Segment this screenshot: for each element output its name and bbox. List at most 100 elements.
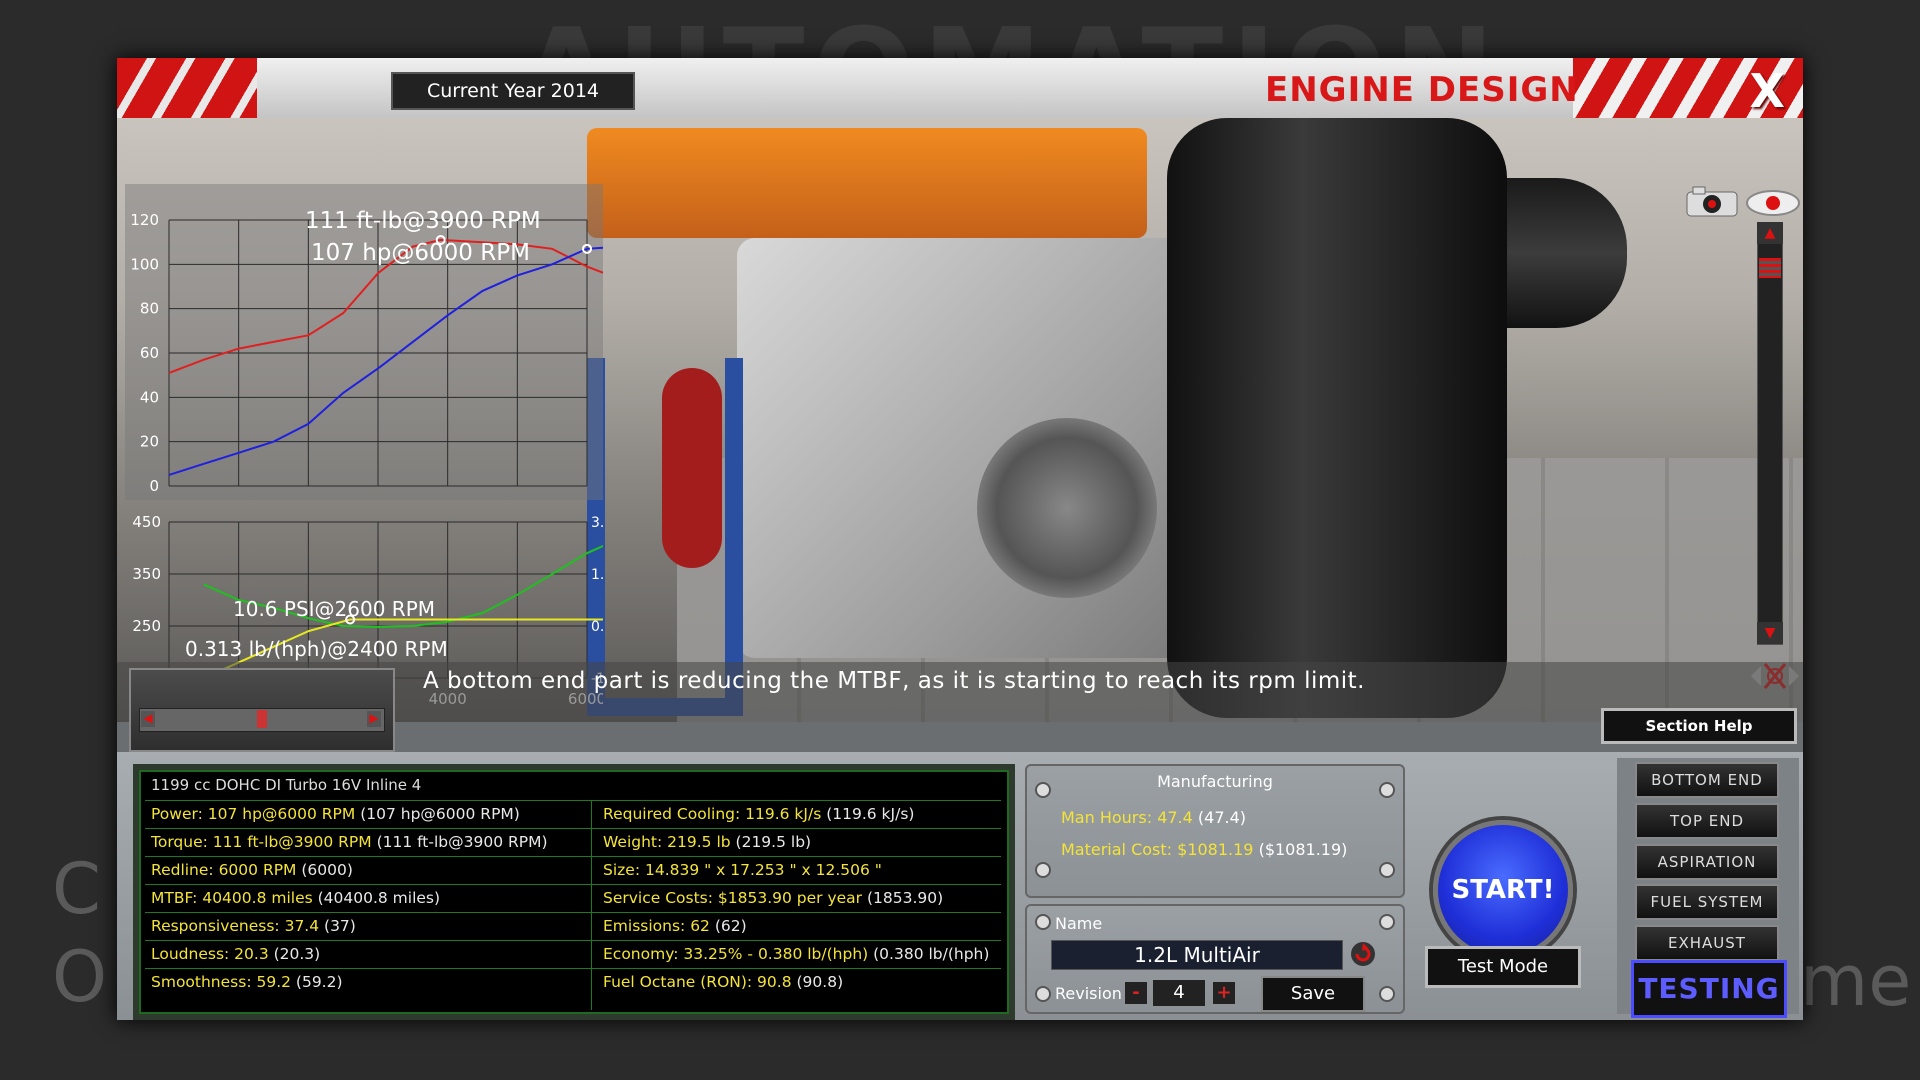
stat-label: Emissions: 62	[603, 917, 710, 935]
screw-icon	[1379, 986, 1395, 1002]
page-title: ENGINE DESIGN	[1265, 70, 1579, 110]
name-label: Name	[1055, 914, 1103, 933]
current-year: Current Year 2014	[391, 72, 635, 110]
power-peak-annotation: 107 hp@6000 RPM	[311, 240, 530, 266]
stat-row: MTBF: 40400.8 miles (40400.8 miles)	[151, 884, 440, 912]
bottom-panel: 1199 cc DOHC DI Turbo 16V Inline 4 Power…	[117, 752, 1803, 1020]
engine-flange	[662, 368, 722, 568]
y-tick-label: 20	[140, 433, 159, 451]
eye-icon[interactable]	[1745, 188, 1801, 218]
engine-design-window: Current Year 2014 ENGINE DESIGN X ▲ ▼ 12…	[117, 58, 1803, 1020]
nav-aspiration[interactable]: ASPIRATION	[1635, 844, 1779, 880]
y-tick-label: 100	[130, 255, 159, 273]
nav-testing[interactable]: TESTING	[1631, 960, 1787, 1018]
stat-label: Smoothness: 59.2	[151, 973, 291, 991]
stat-row: Smoothness: 59.2 (59.2)	[151, 968, 343, 996]
chevron-right-icon[interactable]: ▶	[367, 711, 381, 727]
stat-row: Service Costs: $1853.90 per year (1853.9…	[603, 884, 943, 912]
y-tick-label: 350	[132, 565, 161, 583]
stat-value: (0.380 lb/(hph)	[868, 945, 990, 963]
chevron-up-icon[interactable]: ▲	[1757, 222, 1783, 244]
screw-icon	[1035, 862, 1051, 878]
camera-icon[interactable]	[1685, 186, 1739, 218]
title-bar: Current Year 2014 ENGINE DESIGN X	[117, 58, 1803, 118]
revision-label: Revision	[1055, 984, 1122, 1003]
stat-label: Size: 14.839 " x 17.253 " x 12.506 "	[603, 861, 882, 879]
start-button[interactable]: START!	[1433, 820, 1573, 960]
screw-icon	[1379, 862, 1395, 878]
stat-value: (59.2)	[290, 973, 343, 991]
y-tick-label: 0	[149, 477, 159, 495]
nav-fuel-system[interactable]: FUEL SYSTEM	[1635, 884, 1779, 920]
name-revision-panel: Name 1.2L MultiAir Revision - 4 + Save	[1025, 904, 1405, 1014]
y-tick-label-right: 0.3	[591, 619, 603, 635]
mini-scroll-thumb[interactable]	[257, 710, 267, 728]
zoom-scroll-thumb[interactable]	[1759, 258, 1781, 278]
engine-name-input[interactable]: 1.2L MultiAir	[1051, 940, 1343, 970]
turbo-pipe	[1167, 118, 1507, 718]
stat-label: Economy: 33.25% - 0.380 lb/(hph)	[603, 945, 869, 963]
boost-peak-annotation: 10.6 PSI@2600 RPM	[233, 597, 435, 621]
stat-row: Torque: 111 ft-lb@3900 RPM (111 ft-lb@39…	[151, 828, 548, 856]
performance-graphs: 1201008060402004503502501503.01.70.3-1.0…	[125, 184, 603, 720]
stat-label: Service Costs: $1853.90 per year	[603, 889, 863, 907]
chevron-down-icon[interactable]: ▼	[1757, 622, 1783, 644]
stat-row: Economy: 33.25% - 0.380 lb/(hph) (0.380 …	[603, 940, 989, 968]
manufacturing-title: Manufacturing	[1157, 772, 1273, 791]
status-message: A bottom end part is reducing the MTBF, …	[423, 668, 1365, 694]
nav-top-end[interactable]: TOP END	[1635, 803, 1779, 839]
section-nav: BOTTOM END TOP END ASPIRATION FUEL SYSTE…	[1617, 758, 1799, 1018]
refresh-icon[interactable]	[1349, 940, 1377, 968]
stat-row: Loudness: 20.3 (20.3)	[151, 940, 320, 968]
stat-value: (119.6 kJ/s)	[821, 805, 915, 823]
test-mode-button[interactable]: Test Mode	[1425, 946, 1581, 988]
stat-row: Required Cooling: 119.6 kJ/s (119.6 kJ/s…	[603, 800, 914, 828]
stat-row: Weight: 219.5 lb (219.5 lb)	[603, 828, 811, 856]
nav-bottom-end[interactable]: BOTTOM END	[1635, 762, 1779, 798]
stat-row: Redline: 6000 RPM (6000)	[151, 856, 353, 884]
stat-label: Weight: 219.5 lb	[603, 833, 731, 851]
y-tick-label-right: 1.7	[591, 567, 603, 583]
zoom-scrollbar[interactable]	[1757, 223, 1783, 645]
economy-annotation: 0.313 lb/(hph)@2400 RPM	[185, 637, 448, 661]
stat-label: Redline: 6000 RPM	[151, 861, 297, 879]
screw-icon	[1035, 914, 1051, 930]
save-button[interactable]: Save	[1261, 976, 1365, 1012]
revision-decrement-button[interactable]: -	[1125, 982, 1147, 1004]
stat-value: (90.8)	[791, 973, 844, 991]
engine-stats-panel: 1199 cc DOHC DI Turbo 16V Inline 4 Power…	[133, 764, 1015, 1020]
y-tick-label: 80	[140, 300, 159, 318]
material-cost: Material Cost: $1081.19 ($1081.19)	[1061, 840, 1348, 859]
y-tick-label: 60	[140, 344, 159, 362]
y-tick-label-right: 3.0	[591, 515, 603, 531]
stat-value: (6000)	[296, 861, 353, 879]
stat-value: (111 ft-lb@3900 RPM)	[371, 833, 548, 851]
stats-divider	[591, 800, 592, 1010]
stat-value: (219.5 lb)	[730, 833, 812, 851]
stat-row: Responsiveness: 37.4 (37)	[151, 912, 356, 940]
manufacturing-panel: Manufacturing Man Hours: 47.4 (47.4) Mat…	[1025, 764, 1405, 898]
title-stripe-left	[117, 58, 257, 118]
chevron-left-icon[interactable]: ◀	[141, 711, 155, 727]
stat-label: Responsiveness: 37.4	[151, 917, 320, 935]
stat-label: Power: 107 hp@6000 RPM	[151, 805, 356, 823]
stat-row: Fuel Octane (RON): 90.8 (90.8)	[603, 968, 843, 996]
background-text-left: CO	[52, 848, 108, 1018]
stat-value: (62)	[709, 917, 747, 935]
background-text-right: me	[1800, 940, 1912, 1022]
section-help-button[interactable]: Section Help	[1601, 708, 1797, 744]
stat-label: MTBF: 40400.8 miles	[151, 889, 313, 907]
nav-exhaust[interactable]: EXHAUST	[1635, 925, 1779, 961]
close-button[interactable]: X	[1750, 64, 1785, 118]
y-tick-label: 120	[130, 211, 159, 229]
y-tick-label: 250	[132, 617, 161, 635]
stat-label: Loudness: 20.3	[151, 945, 269, 963]
stat-value: (107 hp@6000 RPM)	[355, 805, 520, 823]
stat-value: (1853.90)	[862, 889, 944, 907]
series-line	[168, 246, 603, 476]
y-tick-label: 40	[140, 388, 159, 406]
engine-3d-viewport[interactable]: ▲ ▼ 1201008060402004503502501503.01.70.3…	[117, 118, 1803, 722]
revision-increment-button[interactable]: +	[1213, 982, 1235, 1004]
graph-svg: 1201008060402004503502501503.01.70.3-1.0…	[130, 208, 603, 708]
torque-peak-annotation: 111 ft-lb@3900 RPM	[305, 208, 541, 234]
